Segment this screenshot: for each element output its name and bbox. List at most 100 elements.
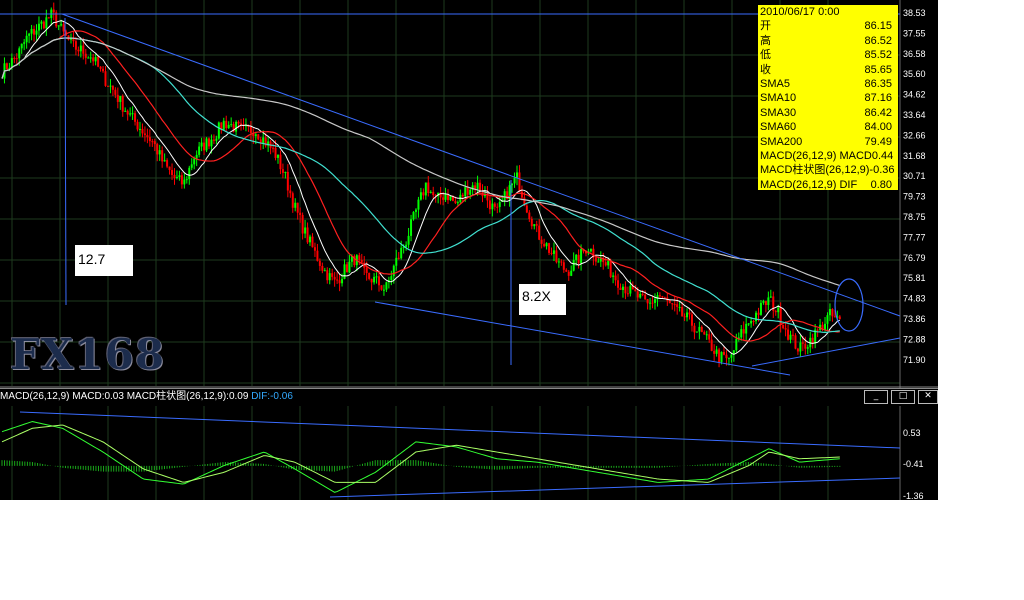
y-tick-label: 71.90 [903,355,926,365]
candle-body [424,182,427,196]
candle-body [183,179,186,185]
candle-body [432,191,435,196]
candle-body [651,302,654,304]
maximize-button[interactable]: □ [891,390,915,404]
candle-body [713,350,716,354]
candle-body [565,269,568,272]
candle-body [636,291,639,298]
candle-body [535,224,538,226]
candle-body [742,329,745,334]
candle-body [705,334,708,336]
candle-body [45,17,48,29]
candle-body [42,21,45,29]
candle-body [427,182,430,193]
sma5-line [1,20,841,355]
info-row: MACD(26,12,9) MACD 0.44 [760,150,894,163]
candle-body [92,57,95,62]
candle-body [577,254,580,264]
candle-body [769,296,772,298]
candle-body [555,250,558,263]
candle-body [449,196,452,201]
candle-body [816,329,819,331]
candle-body [804,343,807,349]
candle-body [368,273,371,279]
y-tick-label: 35.60 [903,69,926,79]
candle-body [311,236,314,248]
candle-body [488,200,491,210]
candle-body [533,224,536,227]
candle-body [25,35,28,43]
candle-body [5,63,8,70]
candle-body [567,271,570,276]
candle-body [447,194,450,201]
candle-body [97,56,100,67]
candle-body [114,89,117,95]
candle-body [20,43,23,49]
y-tick-label: 75.81 [903,273,926,283]
candle-body [89,57,92,59]
candle-body [321,265,324,271]
candle-body [390,276,393,281]
candle-body [513,177,516,184]
candle-body [755,312,758,322]
candle-body [806,347,809,349]
candle-body [787,329,790,340]
y-tick-label: 79.73 [903,192,926,202]
close-button[interactable]: ✕ [918,390,938,404]
candle-body [382,289,385,291]
candle-body [833,316,836,318]
candle-body [791,334,794,336]
candle-body [171,169,174,175]
candle-body [540,239,543,244]
macd-trendline-upper [19,411,901,449]
info-row: MACD(26,12,9) DIF 0.80 [760,178,892,191]
candle-body [700,326,703,333]
candle-body [612,275,615,277]
candle-body [419,192,422,200]
candle-body [28,33,31,36]
candle-body [589,248,592,252]
candle-body [466,187,469,195]
dif-line [1,424,840,483]
candle-body [47,17,50,19]
candle-body [212,139,215,141]
candle-body [23,42,26,44]
annotation-right: 8.2X [519,284,566,315]
candle-body [341,278,344,284]
candle-body [686,312,689,318]
macd-y-tick-label: -1.36 [903,491,924,500]
candle-body [185,179,188,181]
candle-body [328,273,331,281]
candle-body [597,261,600,263]
candle-body [190,164,193,168]
candle-body [789,334,792,340]
candle-body [77,49,80,52]
candle-body [525,205,528,213]
candle-body [491,203,494,210]
candle-body [811,337,814,344]
minimize-button[interactable]: _ [864,390,888,404]
candle-body [222,120,225,130]
candle-body [715,349,718,354]
candle-body [188,167,191,180]
candle-body [503,191,506,201]
candle-body [178,175,181,178]
candle-body [173,174,176,178]
y-tick-label: 34.62 [903,90,926,100]
candle-body [661,296,664,298]
y-tick-label: 33.64 [903,110,926,120]
candle-body [84,53,87,58]
candle-body [156,144,159,155]
candle-body [203,142,206,151]
candle-body [624,286,627,294]
candle-body [175,177,178,179]
candle-body [18,48,21,59]
candle-body [750,321,753,324]
candle-body [111,85,114,90]
candle-body [629,285,632,294]
candle-body [594,257,597,262]
candle-body [646,299,649,304]
candle-body [210,139,213,147]
candle-body [493,203,496,207]
candle-body [673,304,676,306]
